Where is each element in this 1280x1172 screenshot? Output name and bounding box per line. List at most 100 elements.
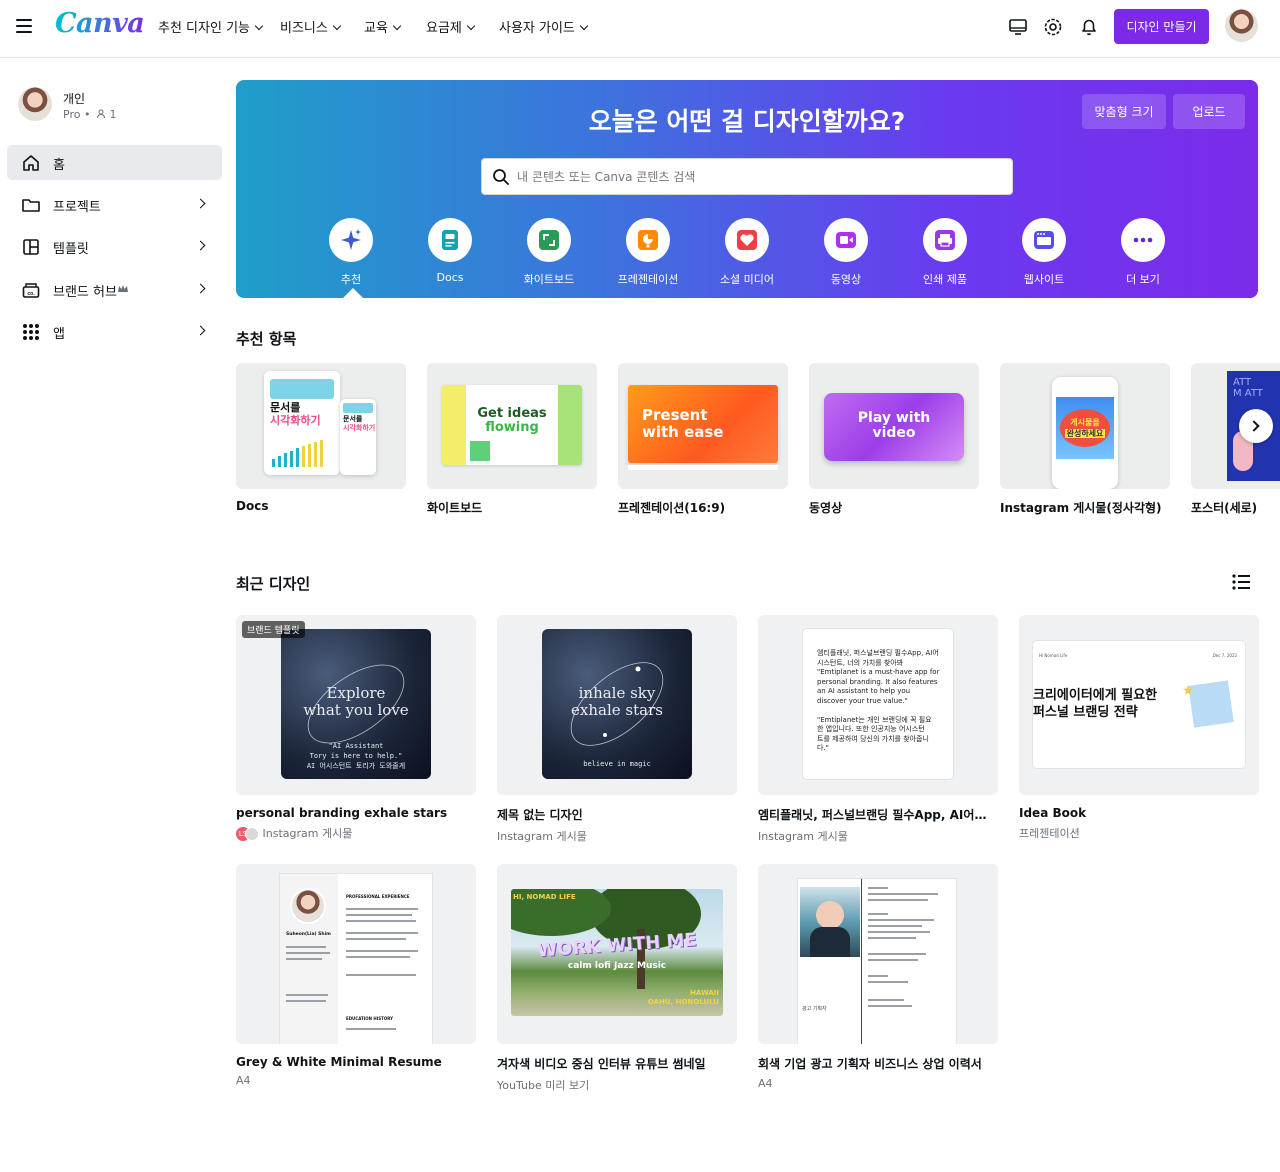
chevron-right-icon xyxy=(195,325,206,336)
chevron-down-icon xyxy=(466,21,476,31)
slide-headline: 크리에이터에게 필요한 퍼스널 브랜딩 전략 xyxy=(1033,688,1158,720)
category-label: 추천 xyxy=(340,273,362,286)
chevron-down-icon xyxy=(332,21,342,31)
upload-button[interactable]: 업로드 xyxy=(1173,94,1245,129)
category-label: 웹사이트 xyxy=(1023,273,1065,286)
wb-text-1: Get ideas xyxy=(477,406,547,421)
recommended-card-presentation[interactable]: Present with ease 프레젠테이션(16:9) xyxy=(618,363,788,516)
nav-featured[interactable]: 추천 디자인 기능 xyxy=(158,17,264,36)
whiteboard-icon xyxy=(527,218,571,262)
recommended-card-video[interactable]: Play with video 동영상 xyxy=(809,363,979,516)
resume-section-heading: PROFESSIONAL EXPERIENCE xyxy=(346,894,410,899)
sidebar-item-templates[interactable]: 템플릿 xyxy=(7,229,222,264)
phone-mockup: 게시물을 완성하세요 xyxy=(1052,377,1118,489)
recommended-card-instagram[interactable]: 게시물을 완성하세요 Instagram 게시물(정사각형) xyxy=(1000,363,1170,516)
design-card[interactable]: 엠티플래닛, 퍼스널브랜딩 필수App, AI어 시스턴트, 너의 가치를 찾아… xyxy=(758,615,998,844)
website-icon xyxy=(1022,218,1066,262)
design-card[interactable]: 광고 기획자 회색 기업 광고 기획자 비즈니스 상업 이력서 A4 xyxy=(758,864,998,1090)
artwork-line-1: inhale sky xyxy=(578,684,656,702)
wb-sticky xyxy=(470,441,490,461)
design-card[interactable]: 브랜드 템플릿 Explore what you love "AI Assista… xyxy=(236,615,476,841)
custom-size-button[interactable]: 맞춤형 크기 xyxy=(1082,94,1166,129)
user-avatar[interactable] xyxy=(1225,9,1258,42)
category-whiteboard[interactable]: 화이트보드 xyxy=(504,218,594,287)
heart-icon xyxy=(725,218,769,262)
text-line xyxy=(346,950,418,952)
nav-guide[interactable]: 사용자 가이드 xyxy=(499,17,589,36)
nav-label: 요금제 xyxy=(426,21,462,36)
poster-text: ATT M ATT xyxy=(1233,377,1280,399)
member-count: 1 xyxy=(109,108,117,121)
category-presentation[interactable]: 프레젠테이션 xyxy=(603,218,693,287)
design-card[interactable]: HI, NOMAD LIFE WORK WITH ME calm lofi Ja… xyxy=(497,864,737,1093)
resume-photo xyxy=(800,887,860,957)
poster-text-1: ATT xyxy=(1233,377,1252,388)
notification-bell-icon[interactable] xyxy=(1078,16,1100,38)
doc-bar-chart xyxy=(272,440,323,467)
design-card[interactable]: inhale sky exhale stars believe in magic … xyxy=(497,615,737,844)
recommended-label: 화이트보드 xyxy=(427,501,483,515)
nav-education[interactable]: 교육 xyxy=(364,17,402,36)
search-input[interactable] xyxy=(517,167,997,187)
design-type: Instagram 게시물 xyxy=(262,827,353,840)
settings-gear-icon[interactable] xyxy=(1042,16,1064,38)
sidebar-item-projects[interactable]: 프로젝트 xyxy=(7,187,222,222)
post-text-1: 게시물을 xyxy=(1070,418,1100,427)
create-design-button[interactable]: 디자인 만들기 xyxy=(1114,9,1209,44)
presentation-icon xyxy=(626,218,670,262)
space-artwork: Explore what you love "AI Assistant Tory i… xyxy=(281,629,431,779)
category-more[interactable]: 더 보기 xyxy=(1098,218,1188,287)
design-type: 프레젠테이션 xyxy=(1019,827,1080,840)
menu-icon[interactable] xyxy=(16,19,32,33)
folder-icon xyxy=(22,199,40,212)
recommended-label: Docs xyxy=(236,499,269,513)
recommended-thumbnail: 문서를 시각화하기 문서를 시각화하기 xyxy=(236,363,406,489)
nav-business[interactable]: 비즈니스 xyxy=(280,17,342,36)
category-print[interactable]: 인쇄 제품 xyxy=(900,218,990,287)
sidebar-item-label: 브랜드 허브 xyxy=(53,285,117,300)
crown-icon xyxy=(118,285,128,292)
docs-icon xyxy=(428,218,472,262)
design-card[interactable]: Suheon(Lia) Shim PROFESSIONAL EXPERIENCE… xyxy=(236,864,476,1087)
sidebar-item-apps[interactable]: 앱 xyxy=(7,314,222,349)
text-line xyxy=(868,931,930,933)
member-icon xyxy=(96,109,105,119)
design-title: 겨자색 비디오 중심 인터뷰 유튜브 썸네일 xyxy=(497,1057,706,1071)
doc-page: 문서를 시각화하기 xyxy=(264,371,340,475)
design-thumbnail: inhale sky exhale stars believe in magic xyxy=(497,615,737,795)
chevron-right-icon xyxy=(195,240,206,251)
sidebar-item-home[interactable]: 홈 xyxy=(7,145,222,180)
category-docs[interactable]: Docs xyxy=(405,218,495,284)
category-social-media[interactable]: 소셜 미디어 xyxy=(702,218,792,287)
svg-text:co.: co. xyxy=(27,291,35,297)
profile-switcher[interactable]: 개인 Pro • 1 xyxy=(18,87,116,121)
slide-text-1: Present xyxy=(642,406,708,424)
design-card[interactable]: Hi Nomad Life Dec 7, 2022 크리에이터에게 필요한 퍼스… xyxy=(1019,615,1259,841)
sidebar-item-label: 프로젝트 xyxy=(53,200,101,215)
recommended-card-whiteboard[interactable]: Get ideas flowing 화이트보드 xyxy=(427,363,597,516)
text-line xyxy=(868,925,922,927)
category-recommended[interactable]: 추천 xyxy=(306,218,396,287)
profile-avatar xyxy=(18,87,52,121)
slide-page: Hi Nomad Life Dec 7, 2022 크리에이터에게 필요한 퍼스… xyxy=(1033,641,1245,768)
thumbnail-tag: HI, NOMAD LIFE xyxy=(513,893,576,901)
category-website[interactable]: 웹사이트 xyxy=(999,218,1089,287)
doc-phone-text: 문서를 시각화하기 xyxy=(343,415,375,433)
canva-logo[interactable]: Canva xyxy=(55,8,145,39)
list-view-icon[interactable] xyxy=(1232,574,1250,590)
design-thumbnail: Suheon(Lia) Shim PROFESSIONAL EXPERIENCE… xyxy=(236,864,476,1044)
text-post-page: 엠티플래닛, 퍼스널브랜딩 필수App, AI어 시스턴트, 너의 가치를 찾아… xyxy=(803,629,953,779)
desktop-app-icon[interactable] xyxy=(1007,16,1029,38)
recommended-card-docs[interactable]: 문서를 시각화하기 문서를 시각화하기 Docs xyxy=(236,363,406,513)
text-line xyxy=(868,1005,912,1007)
design-thumbnail: 엠티플래닛, 퍼스널브랜딩 필수App, AI어 시스턴트, 너의 가치를 찾아… xyxy=(758,615,998,795)
category-video[interactable]: 동영상 xyxy=(801,218,891,287)
sidebar-item-brand-hub[interactable]: co. 브랜드 허브 xyxy=(7,272,222,307)
carousel-next-button[interactable] xyxy=(1239,409,1273,443)
doc-phone-text-1: 문서를 xyxy=(343,415,363,423)
location-2: OAHU, HONOLULU xyxy=(647,998,719,1006)
nav-pricing[interactable]: 요금제 xyxy=(426,17,476,36)
text-line xyxy=(346,1028,396,1030)
recommended-card-poster[interactable]: ATT M ATT 포스터(세로) xyxy=(1191,363,1280,516)
doc-text-1: 문서를 xyxy=(270,401,301,414)
